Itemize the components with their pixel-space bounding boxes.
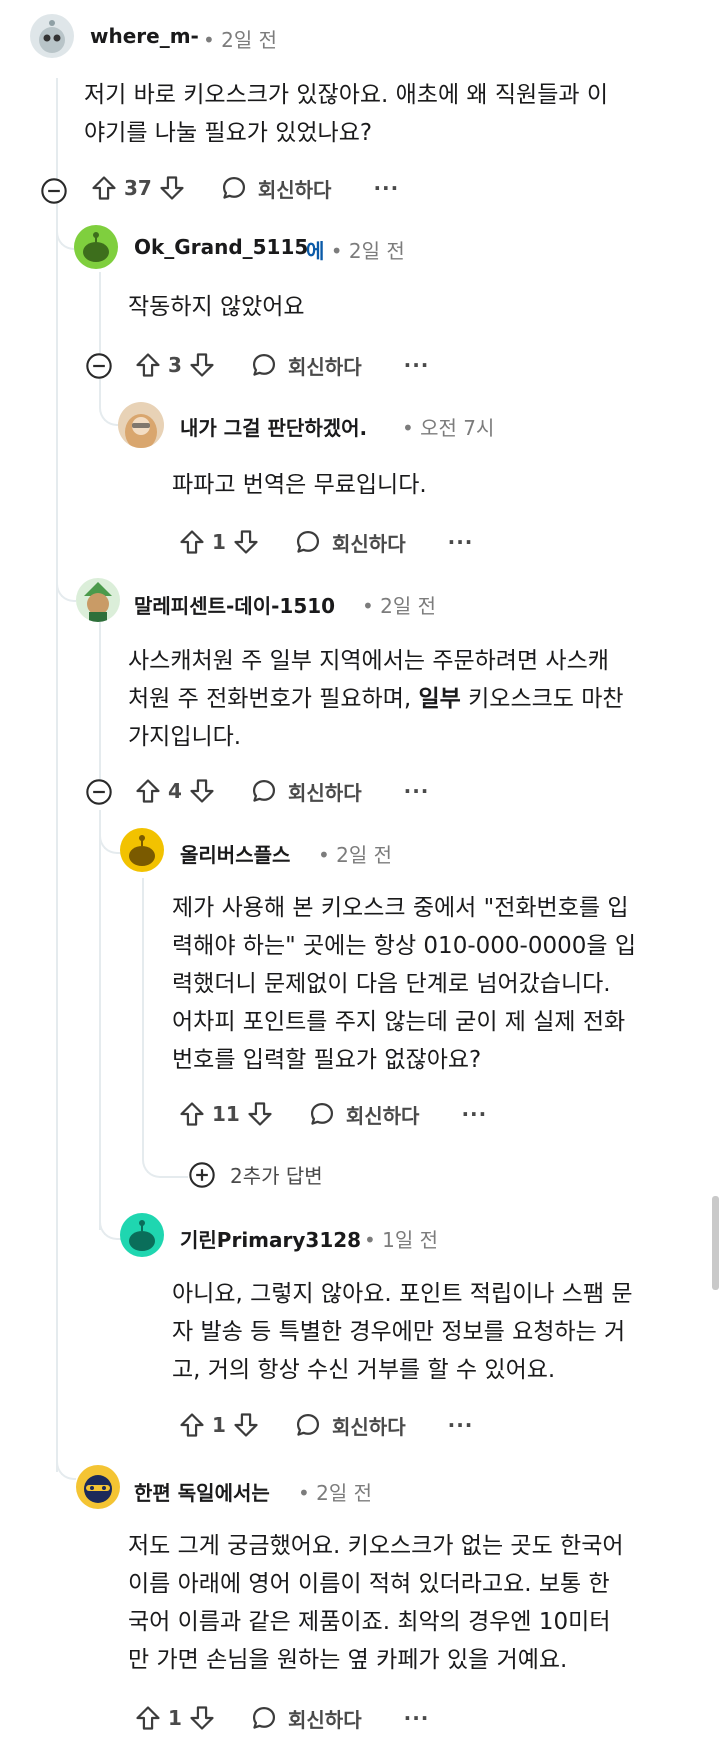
comment-bubble-icon <box>220 174 248 202</box>
avatar[interactable] <box>120 828 164 872</box>
upvote-arrow-icon[interactable] <box>134 1704 162 1732</box>
more-options-button[interactable]: ··· <box>404 1706 430 1730</box>
comment-actions: 1 회신하다 ··· <box>178 1405 473 1445</box>
downvote-arrow-icon[interactable] <box>232 528 260 556</box>
comment-author[interactable]: 올리버스플스 <box>180 839 290 868</box>
comment-body: 사스캐처원 주 일부 지역에서는 주문하려면 사스캐 처원 주 전화번호가 필요… <box>128 648 624 750</box>
more-options-button[interactable]: ··· <box>404 353 430 377</box>
comment-actions: 11 회신하다 ··· <box>178 1094 487 1134</box>
thread-line-level2 <box>99 810 101 1230</box>
avatar[interactable] <box>30 14 74 58</box>
user-flair: 에 <box>306 239 325 263</box>
upvote-arrow-icon[interactable] <box>178 528 206 556</box>
comment-author[interactable]: 내가 그걸 판단하겠어. <box>180 412 367 441</box>
avatar[interactable] <box>76 578 120 622</box>
more-options-button[interactable]: ··· <box>448 1413 474 1437</box>
more-options-button[interactable]: ··· <box>404 779 430 803</box>
vote-count: 3 <box>168 353 182 377</box>
comment-time: • 2일 전 <box>298 1481 373 1505</box>
avatar[interactable] <box>120 1213 164 1257</box>
upvote-arrow-icon[interactable] <box>178 1100 206 1128</box>
comment-body: 제가 사용해 본 키오스크 중에서 "전화번호를 입 력해야 하는" 곳에는 항… <box>172 895 636 1073</box>
comment-flair-time: 에 • 2일 전 <box>306 239 405 263</box>
vote-count: 1 <box>212 1413 226 1437</box>
comment-body: 작동하지 않았어요 <box>128 294 305 320</box>
vote-count: 37 <box>124 176 152 200</box>
comment-bubble-icon <box>250 1704 278 1732</box>
thread-line-root-lower <box>56 200 58 1472</box>
downvote-arrow-icon[interactable] <box>188 1704 216 1732</box>
reply-button[interactable]: 회신하다 <box>294 528 406 557</box>
avatar[interactable] <box>118 402 164 448</box>
comment-body: 아니요, 그렇지 않아요. 포인트 적립이나 스팸 문 자 발송 등 특별한 경… <box>172 1281 633 1383</box>
vote-count: 11 <box>212 1102 240 1126</box>
reply-button[interactable]: 회신하다 <box>250 351 362 380</box>
comment-body: 파파고 번역은 무료입니다. <box>172 472 427 498</box>
reply-button[interactable]: 회신하다 <box>250 777 362 806</box>
more-replies-button[interactable]: 2추가 답변 <box>188 1160 323 1189</box>
reply-button[interactable]: 회신하다 <box>308 1100 419 1129</box>
avatar[interactable] <box>76 1465 120 1509</box>
vote-count: 1 <box>212 530 226 554</box>
reply-button[interactable]: 회신하다 <box>220 174 331 203</box>
comment-bubble-icon <box>308 1100 336 1128</box>
comment-bubble-icon <box>250 351 278 379</box>
comment-author[interactable]: 기린Primary3128 <box>180 1224 361 1253</box>
thread-line-root <box>56 78 58 190</box>
collapse-thread-button[interactable] <box>85 352 113 384</box>
downvote-arrow-icon[interactable] <box>232 1411 260 1439</box>
plus-circle-icon <box>188 1161 216 1189</box>
thread-branch <box>142 1136 188 1178</box>
avatar[interactable] <box>74 225 118 269</box>
comment-bubble-icon <box>294 1411 322 1439</box>
upvote-arrow-icon[interactable] <box>90 174 118 202</box>
thread-line-level2 <box>99 272 101 362</box>
comment-author[interactable]: where_m- <box>90 24 199 48</box>
thread-branch <box>56 1400 76 1480</box>
comment-bubble-icon <box>294 528 322 556</box>
more-options-button[interactable]: ··· <box>373 176 399 200</box>
upvote-arrow-icon[interactable] <box>178 1411 206 1439</box>
collapse-thread-button[interactable] <box>85 778 113 810</box>
reply-button[interactable]: 회신하다 <box>250 1704 362 1733</box>
comment-bubble-icon <box>250 777 278 805</box>
more-options-button[interactable]: ··· <box>448 530 474 554</box>
comment-actions: 4 회신하다 ··· <box>134 771 429 811</box>
comment-time: • 2일 전 <box>318 843 393 867</box>
minus-circle-icon <box>85 778 113 806</box>
more-options-button[interactable]: ··· <box>461 1102 487 1126</box>
comment-time: • 2일 전 <box>362 594 437 618</box>
comment-body: 저도 그게 궁금했어요. 키오스크가 없는 곳도 한국어 이름 아래에 영어 이… <box>128 1533 624 1673</box>
downvote-arrow-icon[interactable] <box>188 777 216 805</box>
upvote-arrow-icon[interactable] <box>134 777 162 805</box>
bold-emphasis: 일부 <box>418 686 461 712</box>
comment-time: • 1일 전 <box>364 1228 439 1252</box>
minus-circle-icon <box>85 352 113 380</box>
downvote-arrow-icon[interactable] <box>158 174 186 202</box>
comment-author[interactable]: Ok_Grand_5115 <box>134 235 308 259</box>
minus-circle-icon <box>40 177 68 205</box>
vote-count: 4 <box>168 779 182 803</box>
thread-line-level3 <box>142 878 144 1138</box>
comment-actions: 1 회신하다 ··· <box>134 1698 429 1738</box>
upvote-arrow-icon[interactable] <box>134 351 162 379</box>
reply-button[interactable]: 회신하다 <box>294 1411 406 1440</box>
comment-author[interactable]: 한편 독일에서는 <box>134 1477 270 1506</box>
thread-branch <box>56 520 76 602</box>
comment-actions: 37 회신하다 ··· <box>90 168 399 208</box>
comment-actions: 1 회신하다 ··· <box>178 522 473 562</box>
comment-author[interactable]: 말레피센트-데이-1510 <box>134 590 335 619</box>
collapse-thread-button[interactable] <box>40 177 68 209</box>
comment-time: • 오전 7시 <box>402 416 495 440</box>
scrollbar-thumb[interactable] <box>712 1196 719 1290</box>
downvote-arrow-icon[interactable] <box>246 1100 274 1128</box>
thread-line-level2 <box>99 622 101 782</box>
comment-time: • 2일 전 <box>203 28 278 52</box>
downvote-arrow-icon[interactable] <box>188 351 216 379</box>
comment-body: 저기 바로 키오스크가 있잖아요. 애초에 왜 직원들과 이 야기를 나눌 필요… <box>84 82 609 146</box>
comment-actions: 3 회신하다 ··· <box>134 345 429 385</box>
vote-count: 1 <box>168 1706 182 1730</box>
